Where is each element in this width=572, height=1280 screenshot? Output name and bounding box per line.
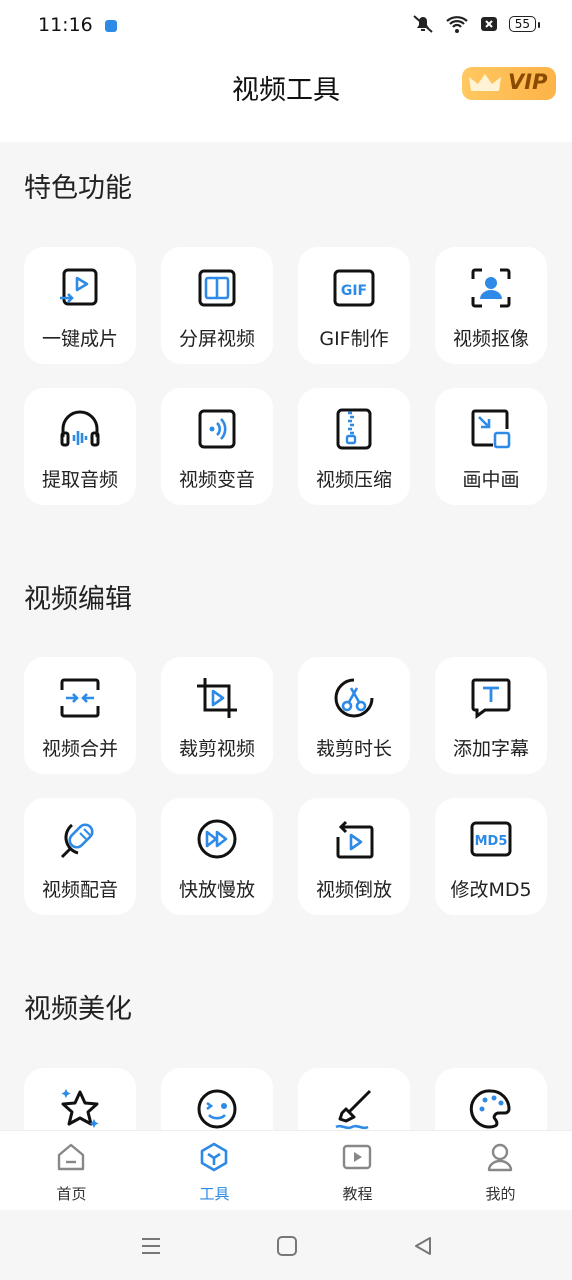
tool-label: 视频抠像 <box>452 328 529 350</box>
tool-card-crop[interactable]: 裁剪视频 <box>161 657 273 774</box>
tool-card-one-click[interactable]: 一键成片 <box>24 247 136 364</box>
tool-card-gif[interactable]: GIF GIF制作 <box>298 247 410 364</box>
palette-icon <box>469 1089 511 1129</box>
status-bar: 11:16 55 <box>0 0 572 52</box>
sparkle-star-icon <box>61 1089 99 1128</box>
tutorial-play-icon <box>342 1144 372 1170</box>
merge-icon <box>60 678 100 718</box>
wifi-icon <box>445 16 468 33</box>
split-screen-icon <box>198 269 236 307</box>
tool-card-compress[interactable]: 视频压缩 <box>298 388 410 505</box>
tool-card-pip[interactable]: 画中画 <box>435 388 547 505</box>
tab-tutorial[interactable]: 教程 <box>286 1131 429 1211</box>
tool-card-md5[interactable]: MD5 修改MD5 <box>435 798 547 915</box>
app-notification-icon <box>105 20 117 32</box>
back-icon[interactable] <box>411 1234 435 1258</box>
tab-label: 首页 <box>56 1185 87 1203</box>
gif-icon: GIF <box>333 269 375 307</box>
svg-text:GIF: GIF <box>341 283 367 299</box>
home-square-icon[interactable] <box>275 1234 299 1258</box>
tool-card-subtitle[interactable]: 添加字幕 <box>435 657 547 774</box>
tab-label: 我的 <box>485 1185 516 1203</box>
tool-label: 视频倒放 <box>315 879 392 901</box>
microphone-icon <box>60 823 94 859</box>
page-header: 视频工具 VIP <box>0 52 572 142</box>
home-icon <box>57 1143 85 1171</box>
zip-file-icon <box>336 408 372 450</box>
tool-label: 一键成片 <box>41 328 118 350</box>
status-time: 11:16 <box>38 14 93 36</box>
tools-cube-icon <box>200 1142 228 1172</box>
tool-label: 裁剪视频 <box>178 738 255 760</box>
tool-label: 视频变音 <box>178 469 255 491</box>
tool-card-merge[interactable]: 视频合并 <box>24 657 136 774</box>
tool-card-reverse[interactable]: 视频倒放 <box>298 798 410 915</box>
tab-tools[interactable]: 工具 <box>143 1131 286 1211</box>
picture-in-picture-icon <box>471 409 511 449</box>
trim-duration-icon <box>334 678 374 718</box>
tool-label: 裁剪时长 <box>315 738 392 760</box>
system-nav-bar <box>0 1210 572 1280</box>
crown-icon <box>469 74 501 91</box>
tab-home[interactable]: 首页 <box>0 1131 143 1211</box>
tool-label: 提取音频 <box>41 469 118 491</box>
tool-label: 视频压缩 <box>315 469 392 491</box>
profile-icon <box>487 1143 513 1172</box>
tool-card-voice-change[interactable]: 视频变音 <box>161 388 273 505</box>
tool-label: 修改MD5 <box>450 879 532 901</box>
battery-indicator: 55 <box>508 16 541 32</box>
sim-off-icon <box>480 17 497 31</box>
tool-label: 快放慢放 <box>178 879 255 901</box>
tool-label: 添加字幕 <box>452 738 529 760</box>
tab-label: 教程 <box>342 1185 373 1203</box>
section-title-featured: 特色功能 <box>24 173 132 204</box>
headphones-icon <box>60 410 100 447</box>
tab-label: 工具 <box>199 1185 230 1203</box>
portrait-cutout-icon <box>471 268 511 308</box>
md5-icon: MD5 <box>470 821 512 857</box>
tab-profile[interactable]: 我的 <box>429 1131 572 1211</box>
vip-label: VIP <box>508 70 548 94</box>
tool-card-trim-duration[interactable]: 裁剪时长 <box>298 657 410 774</box>
mute-icon <box>413 15 433 33</box>
tool-label: GIF制作 <box>319 328 389 350</box>
subtitle-icon <box>471 678 511 719</box>
menu-icon[interactable] <box>139 1234 163 1258</box>
tool-card-extract-audio[interactable]: 提取音频 <box>24 388 136 505</box>
tool-card-split-screen[interactable]: 分屏视频 <box>161 247 273 364</box>
tool-label: 视频合并 <box>41 738 118 760</box>
tool-label: 画中画 <box>462 469 520 491</box>
tool-label: 视频配音 <box>41 879 118 901</box>
sticker-face-icon <box>197 1089 237 1129</box>
vip-button[interactable]: VIP <box>462 67 556 100</box>
brush-icon <box>335 1089 372 1130</box>
bottom-tab-bar: 首页 工具 教程 我的 <box>0 1130 572 1211</box>
tool-card-dubbing[interactable]: 视频配音 <box>24 798 136 915</box>
fast-forward-icon <box>197 819 237 859</box>
play-export-icon <box>60 268 98 306</box>
section-title-edit: 视频编辑 <box>24 584 132 615</box>
tool-card-speed[interactable]: 快放慢放 <box>161 798 273 915</box>
section-title-beautify: 视频美化 <box>24 994 132 1025</box>
sound-wave-icon <box>198 409 236 449</box>
tool-card-portrait-cutout[interactable]: 视频抠像 <box>435 247 547 364</box>
crop-icon <box>197 678 237 718</box>
reverse-play-icon <box>336 820 374 859</box>
svg-text:MD5: MD5 <box>475 834 508 849</box>
tool-label: 分屏视频 <box>178 328 255 350</box>
